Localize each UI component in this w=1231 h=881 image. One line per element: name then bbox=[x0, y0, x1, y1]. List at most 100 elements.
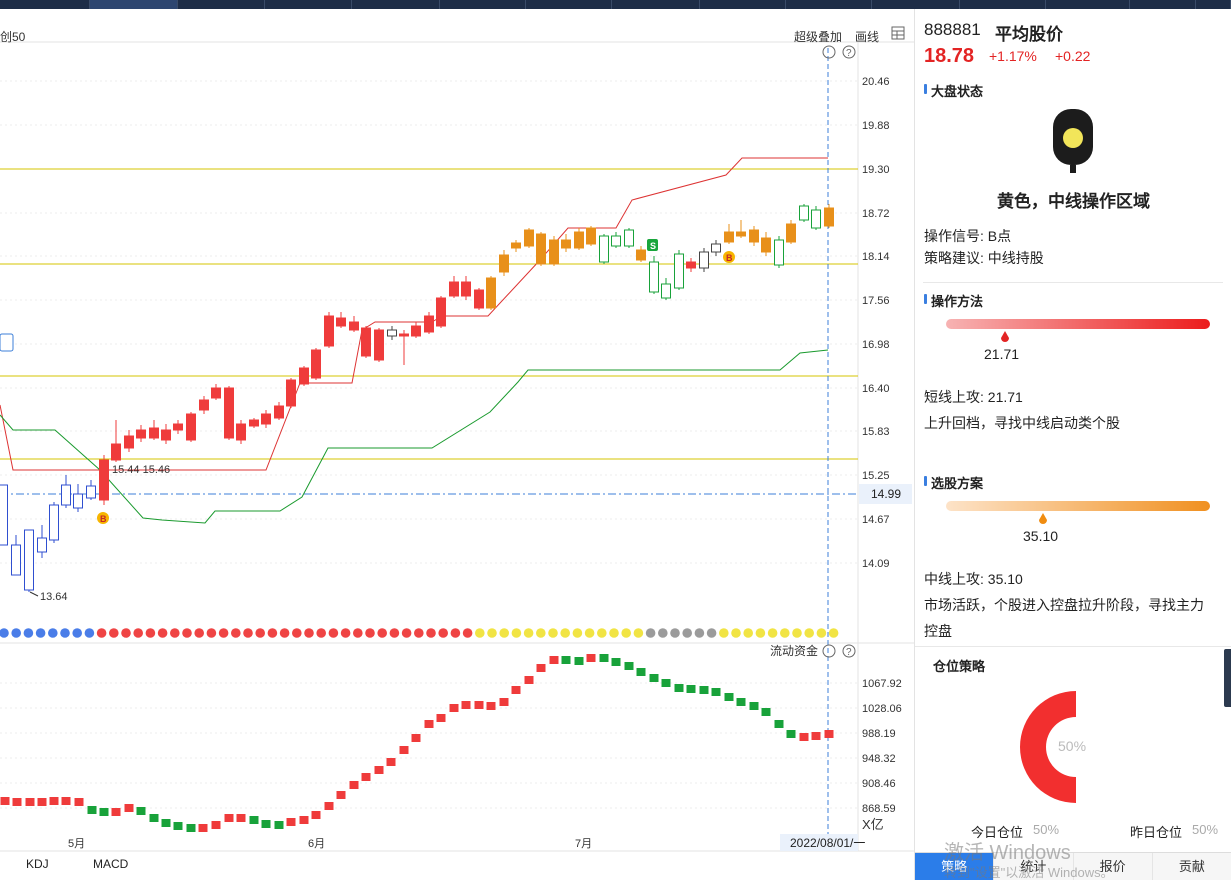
candle-body[interactable] bbox=[236, 423, 246, 441]
top-tab-6[interactable] bbox=[526, 0, 612, 9]
candle-body[interactable] bbox=[99, 459, 109, 501]
top-tab-0[interactable] bbox=[0, 0, 90, 9]
trend-dot bbox=[243, 628, 253, 638]
top-tab-13[interactable] bbox=[1130, 0, 1196, 9]
top-tab-7[interactable] bbox=[612, 0, 700, 9]
candle-body[interactable] bbox=[186, 413, 196, 441]
candle-body[interactable] bbox=[286, 379, 296, 407]
candle-body[interactable] bbox=[661, 283, 671, 299]
candle-body[interactable] bbox=[411, 325, 421, 337]
candle-body[interactable] bbox=[61, 484, 71, 506]
candle-body[interactable] bbox=[474, 289, 484, 309]
sidebar-bottom-tabs: 策略 统计 报价 贡献 bbox=[915, 852, 1231, 880]
top-tab-10[interactable] bbox=[872, 0, 960, 9]
candle-body[interactable] bbox=[0, 484, 8, 546]
candle-body[interactable] bbox=[336, 317, 346, 327]
layout-grid-icon[interactable] bbox=[891, 26, 905, 43]
candle-body[interactable] bbox=[399, 333, 409, 337]
candle-body[interactable] bbox=[736, 231, 746, 237]
candle-body[interactable] bbox=[536, 233, 546, 265]
candle-body[interactable] bbox=[611, 235, 621, 247]
candle-body[interactable] bbox=[374, 329, 384, 361]
candle-body[interactable] bbox=[786, 223, 796, 243]
candle-body[interactable] bbox=[86, 485, 96, 499]
top-tab-9[interactable] bbox=[786, 0, 872, 9]
top-tab-11[interactable] bbox=[960, 0, 1046, 9]
candle-body[interactable] bbox=[811, 209, 821, 229]
candle-body[interactable] bbox=[586, 227, 596, 245]
candle-body[interactable] bbox=[37, 537, 47, 553]
candle-body[interactable] bbox=[274, 405, 284, 419]
candle-body[interactable] bbox=[674, 253, 684, 289]
top-tab-4[interactable] bbox=[352, 0, 440, 9]
candle-body[interactable] bbox=[324, 315, 334, 347]
candle-body[interactable] bbox=[649, 261, 659, 293]
top-tab-12[interactable] bbox=[1046, 0, 1130, 9]
top-tab-14[interactable] bbox=[1196, 0, 1231, 9]
candle-body[interactable] bbox=[636, 249, 646, 261]
tab-strategy[interactable]: 策略 bbox=[915, 853, 995, 880]
candle-body[interactable] bbox=[211, 387, 221, 399]
candle-body[interactable] bbox=[73, 493, 83, 509]
candle-body[interactable] bbox=[161, 429, 171, 441]
candle-body[interactable] bbox=[111, 443, 121, 461]
candle-body[interactable] bbox=[149, 427, 159, 439]
candle-body[interactable] bbox=[199, 399, 209, 411]
super-overlay-button[interactable]: 超级叠加 bbox=[794, 28, 842, 45]
candle-body[interactable] bbox=[524, 229, 534, 247]
candle-body[interactable] bbox=[49, 504, 59, 541]
chart-area[interactable]: 20.46 19.88 19.30 18.72 18.14 17.56 16.98 16.40… bbox=[0, 9, 914, 880]
candle-body[interactable] bbox=[774, 239, 784, 266]
candle-body[interactable] bbox=[761, 237, 771, 253]
candle-body[interactable] bbox=[624, 229, 634, 247]
flow-bar bbox=[424, 720, 434, 728]
flow-bar bbox=[761, 708, 771, 716]
candle-body[interactable] bbox=[249, 419, 259, 427]
candle-body[interactable] bbox=[549, 239, 559, 265]
candle-body[interactable] bbox=[574, 231, 584, 249]
candle-body[interactable] bbox=[599, 235, 609, 263]
candle-body[interactable] bbox=[749, 229, 759, 243]
candle-body[interactable] bbox=[136, 429, 146, 439]
candle-body[interactable] bbox=[349, 321, 359, 331]
candle-body[interactable] bbox=[424, 315, 434, 333]
candle-body[interactable] bbox=[686, 261, 696, 269]
draw-line-button[interactable]: 画线 bbox=[855, 28, 879, 45]
candle-body[interactable] bbox=[11, 544, 21, 576]
candle-body[interactable] bbox=[499, 254, 509, 273]
top-tab-3[interactable] bbox=[265, 0, 352, 9]
tab-statistics[interactable]: 统计 bbox=[994, 853, 1074, 880]
candle-body[interactable] bbox=[361, 327, 371, 357]
candle-body[interactable] bbox=[124, 435, 134, 449]
flow-settings-icon[interactable] bbox=[822, 644, 836, 658]
candle-body[interactable] bbox=[799, 205, 809, 221]
candle-body[interactable] bbox=[261, 413, 271, 425]
candle-body[interactable] bbox=[711, 243, 721, 253]
trend-dot bbox=[523, 628, 534, 638]
candle-body[interactable] bbox=[173, 423, 183, 431]
candle-body[interactable] bbox=[449, 281, 459, 297]
candle-body[interactable] bbox=[24, 529, 34, 591]
tab-quote[interactable]: 报价 bbox=[1073, 853, 1153, 880]
top-tab-5[interactable] bbox=[440, 0, 526, 9]
candle-body[interactable] bbox=[486, 277, 496, 309]
candle-body[interactable] bbox=[387, 329, 397, 337]
candle-body[interactable] bbox=[311, 349, 321, 379]
settings-icon[interactable] bbox=[822, 45, 836, 59]
candle-body[interactable] bbox=[511, 242, 521, 249]
candle-body[interactable] bbox=[224, 387, 234, 439]
tab-contribution[interactable]: 贡献 bbox=[1152, 853, 1231, 880]
top-tab-8[interactable] bbox=[700, 0, 786, 9]
scroll-handle[interactable] bbox=[1224, 649, 1231, 707]
top-tab-1[interactable] bbox=[90, 0, 178, 9]
candle-body[interactable] bbox=[724, 231, 734, 243]
top-tab-2[interactable] bbox=[178, 0, 265, 9]
kline-chart[interactable]: 20.46 19.88 19.30 18.72 18.14 17.56 16.98 16.40… bbox=[0, 9, 914, 880]
candle-body[interactable] bbox=[699, 251, 709, 269]
candle-body[interactable] bbox=[299, 367, 309, 385]
candle-body[interactable] bbox=[436, 297, 446, 327]
candle-body[interactable] bbox=[824, 207, 834, 227]
candle-body[interactable] bbox=[561, 239, 571, 249]
candle-body[interactable] bbox=[461, 281, 471, 297]
left-tool-icon[interactable] bbox=[0, 333, 14, 352]
